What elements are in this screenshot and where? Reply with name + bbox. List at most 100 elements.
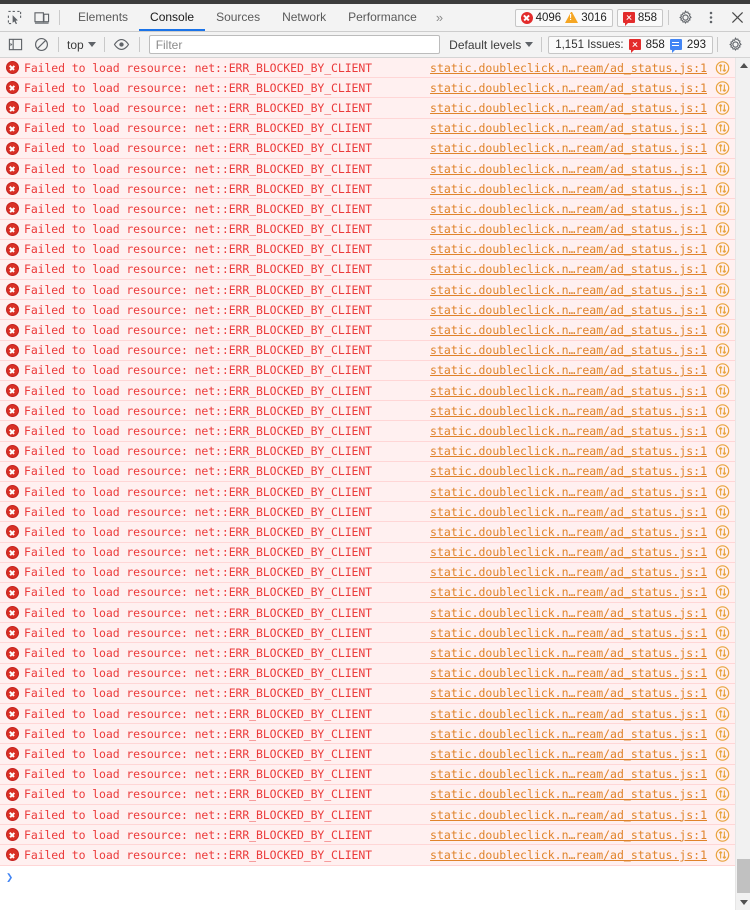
network-request-icon[interactable]: [715, 565, 730, 580]
network-request-icon[interactable]: [715, 464, 730, 479]
filter-input[interactable]: [148, 35, 441, 54]
tab-elements[interactable]: Elements: [67, 4, 139, 31]
console-message-row[interactable]: Failed to load resource: net::ERR_BLOCKE…: [0, 381, 735, 402]
console-message-row[interactable]: Failed to load resource: net::ERR_BLOCKE…: [0, 825, 735, 846]
warning-counter[interactable]: 3016: [565, 12, 607, 24]
console-message-source-link[interactable]: static.doubleclick.n…ream/ad_status.js:1: [430, 464, 707, 478]
network-request-icon[interactable]: [715, 282, 730, 297]
network-request-icon[interactable]: [715, 847, 730, 862]
console-message-row[interactable]: Failed to load resource: net::ERR_BLOCKE…: [0, 98, 735, 119]
console-message-source-link[interactable]: static.doubleclick.n…ream/ad_status.js:1: [430, 808, 707, 822]
gear-icon[interactable]: [672, 4, 698, 31]
console-message-source-link[interactable]: static.doubleclick.n…ream/ad_status.js:1: [430, 162, 707, 176]
console-message-source-link[interactable]: static.doubleclick.n…ream/ad_status.js:1: [430, 81, 707, 95]
network-request-icon[interactable]: [715, 767, 730, 782]
console-message-row[interactable]: Failed to load resource: net::ERR_BLOCKE…: [0, 704, 735, 725]
network-request-icon[interactable]: [715, 343, 730, 358]
network-request-icon[interactable]: [715, 80, 730, 95]
network-request-icon[interactable]: [715, 242, 730, 257]
console-message-source-link[interactable]: static.doubleclick.n…ream/ad_status.js:1: [430, 525, 707, 539]
console-message-source-link[interactable]: static.doubleclick.n…ream/ad_status.js:1: [430, 747, 707, 761]
console-message-row[interactable]: Failed to load resource: net::ERR_BLOCKE…: [0, 744, 735, 765]
console-message-row[interactable]: Failed to load resource: net::ERR_BLOCKE…: [0, 158, 735, 180]
scrollbar-thumb[interactable]: [737, 859, 750, 893]
clear-console-icon[interactable]: [28, 33, 54, 57]
console-message-source-link[interactable]: static.doubleclick.n…ream/ad_status.js:1: [430, 242, 707, 256]
console-message-row[interactable]: Failed to load resource: net::ERR_BLOCKE…: [0, 78, 735, 99]
network-request-icon[interactable]: [715, 504, 730, 519]
console-message-row[interactable]: Failed to load resource: net::ERR_BLOCKE…: [0, 401, 735, 422]
network-request-icon[interactable]: [715, 141, 730, 156]
vertical-dots-icon[interactable]: [698, 4, 724, 31]
issues-summary-button[interactable]: 1,151 Issues: 858 293: [548, 35, 713, 54]
console-message-row[interactable]: Failed to load resource: net::ERR_BLOCKE…: [0, 461, 735, 482]
console-message-row[interactable]: Failed to load resource: net::ERR_BLOCKE…: [0, 441, 735, 462]
console-message-source-link[interactable]: static.doubleclick.n…ream/ad_status.js:1: [430, 101, 707, 115]
console-message-source-link[interactable]: static.doubleclick.n…ream/ad_status.js:1: [430, 182, 707, 196]
network-request-icon[interactable]: [715, 746, 730, 761]
close-icon[interactable]: [724, 4, 750, 31]
console-message-row[interactable]: Failed to load resource: net::ERR_BLOCKE…: [0, 845, 735, 866]
network-request-icon[interactable]: [715, 60, 730, 75]
console-message-source-link[interactable]: static.doubleclick.n…ream/ad_status.js:1: [430, 262, 707, 276]
scroll-down-arrow-icon[interactable]: [736, 895, 750, 910]
console-message-row[interactable]: Failed to load resource: net::ERR_BLOCKE…: [0, 138, 735, 159]
network-request-icon[interactable]: [715, 585, 730, 600]
console-message-area[interactable]: Failed to load resource: net::ERR_BLOCKE…: [0, 58, 750, 910]
device-toolbar-icon[interactable]: [28, 4, 56, 31]
console-message-row[interactable]: Failed to load resource: net::ERR_BLOCKE…: [0, 179, 735, 200]
network-request-icon[interactable]: [715, 646, 730, 661]
console-message-source-link[interactable]: static.doubleclick.n…ream/ad_status.js:1: [430, 424, 707, 438]
console-message-row[interactable]: Failed to load resource: net::ERR_BLOCKE…: [0, 199, 735, 220]
console-message-source-link[interactable]: static.doubleclick.n…ream/ad_status.js:1: [430, 283, 707, 297]
network-request-icon[interactable]: [715, 100, 730, 115]
console-message-row[interactable]: Failed to load resource: net::ERR_BLOCKE…: [0, 219, 735, 240]
console-message-source-link[interactable]: static.doubleclick.n…ream/ad_status.js:1: [430, 606, 707, 620]
console-message-source-link[interactable]: static.doubleclick.n…ream/ad_status.js:1: [430, 323, 707, 337]
console-message-row[interactable]: Failed to load resource: net::ERR_BLOCKE…: [0, 300, 735, 321]
network-request-icon[interactable]: [715, 262, 730, 277]
inspect-element-icon[interactable]: [0, 4, 28, 31]
console-scrollbar[interactable]: [735, 58, 750, 910]
live-expression-icon[interactable]: [109, 33, 135, 57]
network-request-icon[interactable]: [715, 302, 730, 317]
console-message-row[interactable]: Failed to load resource: net::ERR_BLOCKE…: [0, 320, 735, 341]
network-request-icon[interactable]: [715, 827, 730, 842]
console-message-source-link[interactable]: static.doubleclick.n…ream/ad_status.js:1: [430, 202, 707, 216]
network-request-icon[interactable]: [715, 545, 730, 560]
console-message-row[interactable]: Failed to load resource: net::ERR_BLOCKE…: [0, 603, 735, 624]
console-message-source-link[interactable]: static.doubleclick.n…ream/ad_status.js:1: [430, 444, 707, 458]
console-message-source-link[interactable]: static.doubleclick.n…ream/ad_status.js:1: [430, 363, 707, 377]
console-message-row[interactable]: Failed to load resource: net::ERR_BLOCKE…: [0, 522, 735, 543]
console-sidebar-icon[interactable]: [2, 33, 28, 57]
issues-counter[interactable]: 858: [616, 8, 663, 27]
console-message-row[interactable]: Failed to load resource: net::ERR_BLOCKE…: [0, 481, 735, 503]
tab-network[interactable]: Network: [271, 4, 337, 31]
console-message-source-link[interactable]: static.doubleclick.n…ream/ad_status.js:1: [430, 767, 707, 781]
network-request-icon[interactable]: [715, 423, 730, 438]
console-message-source-link[interactable]: static.doubleclick.n…ream/ad_status.js:1: [430, 787, 707, 801]
network-request-icon[interactable]: [715, 201, 730, 216]
console-message-row[interactable]: Failed to load resource: net::ERR_BLOCKE…: [0, 58, 735, 79]
console-message-source-link[interactable]: static.doubleclick.n…ream/ad_status.js:1: [430, 545, 707, 559]
console-message-source-link[interactable]: static.doubleclick.n…ream/ad_status.js:1: [430, 848, 707, 862]
console-message-source-link[interactable]: static.doubleclick.n…ream/ad_status.js:1: [430, 505, 707, 519]
network-request-icon[interactable]: [715, 726, 730, 741]
scroll-up-arrow-icon[interactable]: [736, 58, 750, 73]
console-message-source-link[interactable]: static.doubleclick.n…ream/ad_status.js:1: [430, 303, 707, 317]
network-request-icon[interactable]: [715, 222, 730, 237]
console-message-source-link[interactable]: static.doubleclick.n…ream/ad_status.js:1: [430, 384, 707, 398]
console-message-source-link[interactable]: static.doubleclick.n…ream/ad_status.js:1: [430, 121, 707, 135]
console-settings-gear-icon[interactable]: [722, 33, 748, 57]
console-message-source-link[interactable]: static.doubleclick.n…ream/ad_status.js:1: [430, 585, 707, 599]
console-message-source-link[interactable]: static.doubleclick.n…ream/ad_status.js:1: [430, 343, 707, 357]
tab-console[interactable]: Console: [139, 4, 206, 31]
more-tabs-chevron-icon[interactable]: »: [428, 4, 450, 31]
console-message-source-link[interactable]: static.doubleclick.n…ream/ad_status.js:1: [430, 707, 707, 721]
console-message-row[interactable]: Failed to load resource: net::ERR_BLOCKE…: [0, 623, 735, 644]
network-request-icon[interactable]: [715, 383, 730, 398]
console-message-row[interactable]: Failed to load resource: net::ERR_BLOCKE…: [0, 764, 735, 785]
network-request-icon[interactable]: [715, 605, 730, 620]
console-message-row[interactable]: Failed to load resource: net::ERR_BLOCKE…: [0, 502, 735, 523]
console-message-row[interactable]: Failed to load resource: net::ERR_BLOCKE…: [0, 643, 735, 664]
